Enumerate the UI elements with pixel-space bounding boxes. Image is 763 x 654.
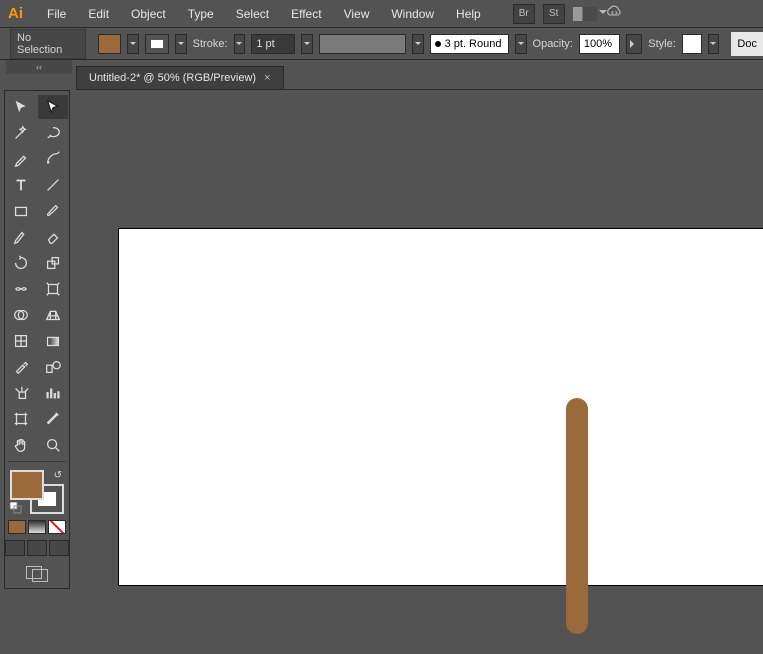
brush-label: 3 pt. Round: [445, 38, 502, 50]
stroke-weight-field[interactable]: 1 pt: [251, 34, 295, 54]
menu-object[interactable]: Object: [121, 3, 176, 25]
selection-tool[interactable]: [6, 95, 36, 119]
swap-fill-stroke-icon[interactable]: ↺: [54, 470, 62, 481]
opacity-label: Opacity:: [533, 38, 573, 50]
perspective-grid-tool[interactable]: [38, 303, 68, 327]
type-tool[interactable]: [6, 173, 36, 197]
color-proxy: ↺: [8, 468, 66, 516]
stroke-swatch[interactable]: [145, 34, 169, 54]
style-label: Style:: [648, 38, 676, 50]
paintbrush-tool[interactable]: [38, 199, 68, 223]
screen-mode-row: [5, 540, 69, 556]
close-tab-button[interactable]: ×: [264, 72, 270, 84]
brush-definition[interactable]: 3 pt. Round: [430, 34, 509, 54]
magic-wand-tool[interactable]: [6, 121, 36, 145]
stroke-weight-dropdown[interactable]: [301, 34, 313, 54]
app-logo: Ai: [8, 5, 23, 22]
menu-select[interactable]: Select: [226, 3, 279, 25]
opacity-flyout[interactable]: [626, 34, 642, 54]
menu-view[interactable]: View: [334, 3, 380, 25]
stroke-dropdown[interactable]: [175, 34, 187, 54]
fill-color-proxy[interactable]: [10, 470, 44, 500]
default-fill-stroke-icon[interactable]: [10, 502, 22, 514]
draw-mode-row: [8, 520, 66, 534]
direct-selection-tool[interactable]: [38, 95, 68, 119]
stroke-label: Stroke:: [193, 38, 228, 50]
line-segment-tool[interactable]: [38, 173, 68, 197]
draw-inside-btn[interactable]: [49, 540, 69, 556]
tools-divider: [8, 461, 66, 462]
document-tab[interactable]: Untitled-2* @ 50% (RGB/Preview) ×: [76, 66, 284, 89]
document-setup-button[interactable]: Doc: [731, 32, 763, 56]
gradient-mode-btn[interactable]: [28, 520, 46, 534]
selection-status: No Selection: [10, 29, 86, 59]
menu-file[interactable]: File: [37, 3, 76, 25]
brush-dropdown[interactable]: [515, 34, 527, 54]
drawn-shape-stick[interactable]: [566, 398, 588, 634]
bridge-button[interactable]: Br: [513, 4, 535, 24]
fill-swatch[interactable]: [98, 34, 122, 54]
draw-behind-btn[interactable]: [27, 540, 47, 556]
column-graph-tool[interactable]: [38, 381, 68, 405]
stroke-weight-stepper[interactable]: [234, 34, 246, 54]
zoom-tool[interactable]: [38, 433, 68, 457]
artboard-tool[interactable]: [6, 407, 36, 431]
variable-width-dropdown[interactable]: [412, 34, 424, 54]
brush-dot-icon: [435, 41, 441, 47]
menu-help[interactable]: Help: [446, 3, 491, 25]
curvature-tool[interactable]: [38, 147, 68, 171]
sync-icon[interactable]: [605, 4, 623, 23]
menu-effect[interactable]: Effect: [281, 3, 331, 25]
screen-mode-button[interactable]: [26, 566, 48, 582]
eyedropper-tool[interactable]: [6, 355, 36, 379]
rotate-tool[interactable]: [6, 251, 36, 275]
eraser-tool[interactable]: [38, 225, 68, 249]
shape-builder-tool[interactable]: [6, 303, 36, 327]
menu-type[interactable]: Type: [178, 3, 224, 25]
graphic-style-swatch[interactable]: [682, 34, 702, 54]
document-tab-bar: ‹‹ Untitled-2* @ 50% (RGB/Preview) ×: [76, 60, 763, 90]
opacity-field[interactable]: 100%: [579, 34, 621, 54]
variable-width-profile[interactable]: [319, 34, 406, 54]
width-tool[interactable]: [6, 277, 36, 301]
none-mode-btn[interactable]: [48, 520, 66, 534]
hand-tool[interactable]: [6, 433, 36, 457]
artboard[interactable]: [118, 228, 763, 586]
rectangle-tool[interactable]: [6, 199, 36, 223]
scale-tool[interactable]: [38, 251, 68, 275]
lasso-tool[interactable]: [38, 121, 68, 145]
color-mode-btn[interactable]: [8, 520, 26, 534]
menubar: Ai File Edit Object Type Select Effect V…: [0, 0, 763, 28]
pen-tool[interactable]: [6, 147, 36, 171]
menu-window[interactable]: Window: [381, 3, 444, 25]
workspace-switcher[interactable]: [573, 7, 597, 21]
free-transform-tool[interactable]: [38, 277, 68, 301]
draw-normal-btn[interactable]: [5, 540, 25, 556]
canvas-area[interactable]: [76, 92, 763, 654]
gradient-tool[interactable]: [38, 329, 68, 353]
document-tab-title: Untitled-2* @ 50% (RGB/Preview): [89, 72, 256, 84]
options-bar: No Selection Stroke: 1 pt 3 pt. Round Op…: [0, 28, 763, 60]
symbol-sprayer-tool[interactable]: [6, 381, 36, 405]
menu-edit[interactable]: Edit: [78, 3, 119, 25]
stock-button[interactable]: St: [543, 4, 565, 24]
blend-tool[interactable]: [38, 355, 68, 379]
panel-collapse-handle[interactable]: ‹‹: [6, 60, 72, 74]
mesh-tool[interactable]: [6, 329, 36, 353]
fill-dropdown[interactable]: [127, 34, 139, 54]
tools-panel: ↺: [4, 90, 70, 589]
slice-tool[interactable]: [38, 407, 68, 431]
graphic-style-dropdown[interactable]: [708, 34, 720, 54]
shaper-tool[interactable]: [6, 225, 36, 249]
